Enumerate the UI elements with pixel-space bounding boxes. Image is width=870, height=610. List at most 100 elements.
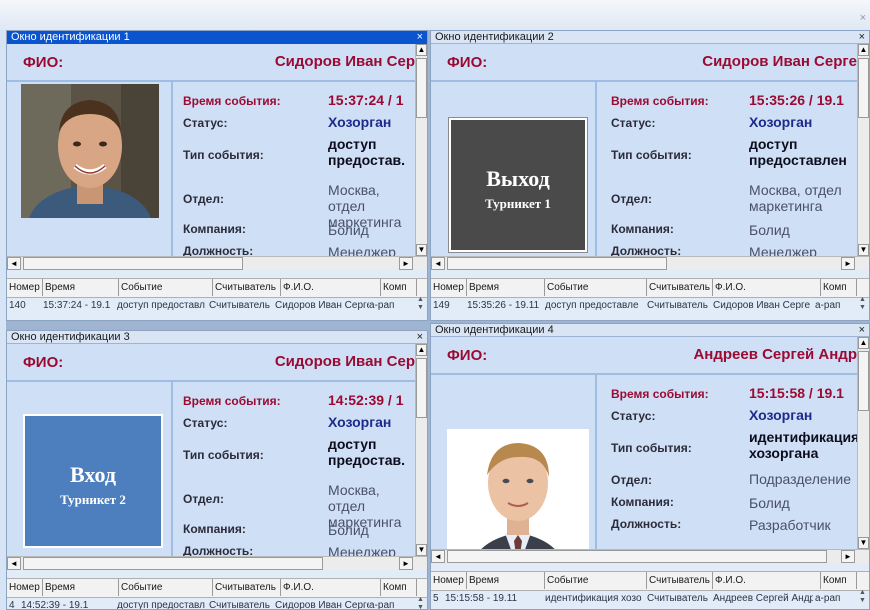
identification-window-1: Окно идентификации 1 × ФИО: Сидоров Иван… bbox=[6, 30, 428, 321]
scroll-thumb[interactable] bbox=[858, 351, 869, 411]
scroll-thumb[interactable] bbox=[23, 557, 323, 570]
close-icon[interactable]: × bbox=[859, 31, 865, 44]
card-vertical-scrollbar[interactable]: ▲ ▼ bbox=[415, 44, 427, 256]
close-icon[interactable]: × bbox=[417, 331, 423, 344]
scroll-left-icon[interactable]: ◄ bbox=[7, 557, 21, 570]
scroll-down-icon[interactable]: ▼ bbox=[858, 244, 869, 256]
scroll-down-icon[interactable]: ▼ bbox=[416, 544, 427, 556]
column-header-number[interactable]: Номер bbox=[7, 279, 43, 296]
column-header-reader[interactable]: Считыватель bbox=[213, 579, 281, 596]
scroll-up-icon[interactable]: ▲ bbox=[416, 344, 427, 356]
scroll-down-icon[interactable]: ▼ bbox=[416, 244, 427, 256]
column-header-time[interactable]: Время bbox=[43, 279, 119, 296]
scroll-right-icon[interactable]: ► bbox=[399, 257, 413, 270]
column-header-time[interactable]: Время bbox=[467, 572, 545, 589]
column-header-fio[interactable]: Ф.И.О. bbox=[713, 279, 821, 296]
column-header-reader[interactable]: Считыватель bbox=[647, 572, 713, 589]
column-header-event[interactable]: Событие bbox=[545, 572, 647, 589]
employee-card: ФИО: Андреев Сергей Андр Время события: … bbox=[431, 337, 857, 549]
card-horizontal-scrollbar[interactable]: ◄ ► bbox=[431, 256, 869, 270]
table-row[interactable]: 4 14:52:39 - 19.1 доступ предоставл Счит… bbox=[7, 600, 415, 609]
card-horizontal-scrollbar[interactable]: ◄ ► bbox=[7, 256, 427, 270]
scroll-down-icon[interactable]: ▼ bbox=[859, 304, 866, 311]
window-title-bar[interactable]: Окно идентификации 1 × bbox=[7, 31, 427, 44]
scroll-down-icon[interactable]: ▼ bbox=[417, 604, 424, 609]
scroll-up-icon[interactable]: ▲ bbox=[859, 589, 866, 596]
column-header-reader[interactable]: Считыватель bbox=[213, 279, 281, 296]
department-label: Отдел: bbox=[611, 192, 652, 206]
grid-scrollbar[interactable]: ▲ ▼ bbox=[857, 296, 869, 314]
column-header-event[interactable]: Событие bbox=[545, 279, 647, 296]
event-time-label: Время события: bbox=[611, 94, 709, 108]
table-row[interactable]: 5 15:15:58 - 19.11 идентификация хозо Сч… bbox=[431, 593, 857, 605]
scroll-thumb[interactable] bbox=[416, 58, 427, 118]
card-horizontal-scrollbar[interactable]: ◄ ► bbox=[431, 549, 869, 563]
cell-event: доступ предоставл bbox=[117, 300, 205, 311]
window-title-bar[interactable]: Окно идентификации 3 × bbox=[7, 331, 427, 344]
scroll-thumb[interactable] bbox=[416, 358, 427, 418]
scroll-up-icon[interactable]: ▲ bbox=[858, 44, 869, 56]
app-close-icon[interactable]: × bbox=[860, 12, 866, 24]
column-header-time[interactable]: Время bbox=[43, 579, 119, 596]
scroll-up-icon[interactable]: ▲ bbox=[417, 296, 424, 303]
window-title-bar[interactable]: Окно идентификации 2 × bbox=[431, 31, 869, 44]
column-header-company[interactable]: Комп bbox=[821, 279, 857, 296]
fio-row: ФИО: Сидоров Иван Серге bbox=[431, 44, 857, 82]
card-vertical-scrollbar[interactable]: ▲ ▼ bbox=[857, 44, 869, 256]
scroll-up-icon[interactable]: ▲ bbox=[858, 337, 869, 349]
turnstile-entry-tile: Вход Турникет 2 bbox=[23, 414, 163, 548]
scroll-up-icon[interactable]: ▲ bbox=[859, 296, 866, 303]
scroll-thumb[interactable] bbox=[23, 257, 243, 270]
column-header-fio[interactable]: Ф.И.О. bbox=[713, 572, 821, 589]
card-vertical-scrollbar[interactable]: ▲ ▼ bbox=[415, 344, 427, 556]
scroll-left-icon[interactable]: ◄ bbox=[431, 257, 445, 270]
column-header-company[interactable]: Комп bbox=[381, 579, 417, 596]
scroll-right-icon[interactable]: ► bbox=[399, 557, 413, 570]
close-icon[interactable]: × bbox=[417, 31, 423, 44]
window-title-bar[interactable]: Окно идентификации 4 × bbox=[431, 324, 869, 337]
grid-scrollbar[interactable]: ▲ ▼ bbox=[415, 296, 427, 314]
fio-label: ФИО: bbox=[447, 54, 488, 71]
event-time-label: Время события: bbox=[183, 394, 281, 408]
column-header-number[interactable]: Номер bbox=[431, 279, 467, 296]
status-value: Хозорган bbox=[749, 407, 813, 423]
scroll-thumb[interactable] bbox=[447, 257, 667, 270]
identification-window-3: Окно идентификации 3 × ФИО: Сидоров Иван… bbox=[6, 330, 428, 610]
event-type-label: Тип события: bbox=[611, 441, 692, 455]
column-header-event[interactable]: Событие bbox=[119, 279, 213, 296]
grid-scrollbar[interactable]: ▲ ▼ bbox=[857, 589, 869, 607]
scroll-down-icon[interactable]: ▼ bbox=[858, 537, 869, 549]
card-vertical-scrollbar[interactable]: ▲ ▼ bbox=[857, 337, 869, 549]
column-header-time[interactable]: Время bbox=[467, 279, 545, 296]
scroll-thumb[interactable] bbox=[447, 550, 827, 563]
scroll-right-icon[interactable]: ► bbox=[841, 550, 855, 563]
scroll-right-icon[interactable]: ► bbox=[841, 257, 855, 270]
scroll-thumb[interactable] bbox=[858, 58, 869, 118]
employee-card: ФИО: Сидоров Иван Сер Время события: 15:… bbox=[7, 44, 415, 256]
scroll-down-icon[interactable]: ▼ bbox=[859, 597, 866, 604]
column-header-number[interactable]: Номер bbox=[7, 579, 43, 596]
window-title: Окно идентификации 3 bbox=[11, 331, 130, 343]
company-value: Болид bbox=[328, 222, 369, 238]
column-header-event[interactable]: Событие bbox=[119, 579, 213, 596]
column-header-number[interactable]: Номер bbox=[431, 572, 467, 589]
scroll-up-icon[interactable]: ▲ bbox=[416, 44, 427, 56]
scroll-left-icon[interactable]: ◄ bbox=[431, 550, 445, 563]
card-horizontal-scrollbar[interactable]: ◄ ► bbox=[7, 556, 427, 570]
column-header-fio[interactable]: Ф.И.О. bbox=[281, 579, 381, 596]
scroll-left-icon[interactable]: ◄ bbox=[7, 257, 21, 270]
column-header-company[interactable]: Комп bbox=[821, 572, 857, 589]
company-label: Компания: bbox=[611, 222, 674, 236]
close-icon[interactable]: × bbox=[859, 324, 865, 337]
events-grid-header: Номер Время Событие Считыватель Ф.И.О. К… bbox=[7, 278, 427, 298]
table-row[interactable]: 149 15:35:26 - 19.11 доступ предоставле … bbox=[431, 300, 857, 312]
scroll-down-icon[interactable]: ▼ bbox=[417, 304, 424, 311]
department-value: Подразделение bbox=[749, 471, 852, 487]
column-header-company[interactable]: Комп bbox=[381, 279, 417, 296]
events-grid-header: Номер Время Событие Считыватель Ф.И.О. К… bbox=[431, 571, 869, 591]
scroll-up-icon[interactable]: ▲ bbox=[417, 596, 424, 603]
table-row[interactable]: 140 15:37:24 - 19.1 доступ предоставл Сч… bbox=[7, 300, 415, 312]
grid-scrollbar[interactable]: ▲ ▼ bbox=[415, 596, 427, 609]
column-header-fio[interactable]: Ф.И.О. bbox=[281, 279, 381, 296]
column-header-reader[interactable]: Считыватель bbox=[647, 279, 713, 296]
